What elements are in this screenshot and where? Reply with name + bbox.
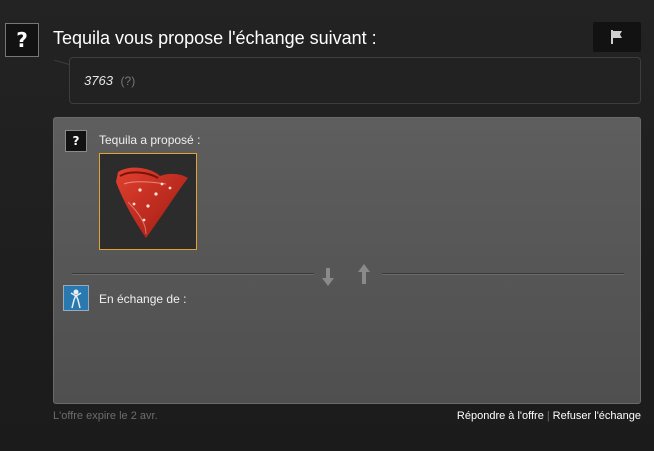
- trade-items-panel: ? Tequila a proposé : En échange de:: [53, 117, 641, 404]
- respond-offer-link[interactable]: Répondre à l'offre: [457, 410, 544, 422]
- trade-message-text: 3763: [84, 73, 113, 88]
- character-avatar-icon: [64, 286, 88, 310]
- divider-right: [382, 273, 624, 274]
- offer-expiry-text: L'offre expire le 2 avr.: [53, 410, 158, 422]
- divider-left: [72, 273, 314, 274]
- my-avatar[interactable]: [63, 285, 89, 311]
- my-offer-label: En échange de :: [99, 292, 187, 306]
- partner-avatar[interactable]: ?: [5, 23, 39, 57]
- decline-trade-link[interactable]: Refuser l'échange: [553, 410, 641, 422]
- flag-icon: [611, 30, 622, 44]
- question-mark-icon: ?: [16, 28, 28, 52]
- question-mark-icon: ?: [72, 134, 80, 148]
- partner-offer-label: Tequila a proposé :: [99, 133, 201, 147]
- report-button[interactable]: [593, 22, 641, 52]
- trade-actions: Répondre à l'offre | Refuser l'échange: [457, 410, 641, 422]
- page-title: Tequila vous propose l'échange suivant :: [53, 28, 377, 48]
- red-bandana-item-icon: [116, 167, 188, 238]
- trade-arrows-icon: [322, 264, 370, 286]
- action-separator: |: [546, 410, 550, 422]
- partner-small-avatar[interactable]: ?: [65, 130, 87, 152]
- trade-message-bubble: 3763 (?): [69, 57, 641, 104]
- offered-item-slot[interactable]: [99, 153, 197, 250]
- trade-offer-page: ? Tequila vous propose l'échange suivant…: [0, 0, 654, 451]
- message-hint-link[interactable]: (?): [121, 74, 136, 88]
